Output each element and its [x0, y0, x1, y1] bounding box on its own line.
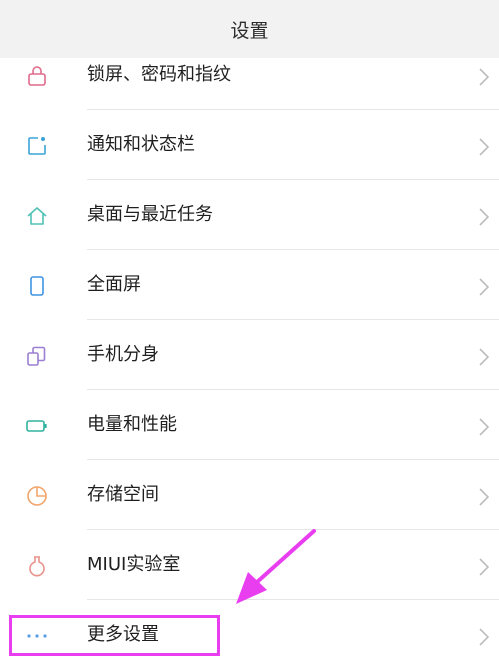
clone-icon [27, 346, 46, 366]
highlight-box [9, 615, 220, 656]
settings-item-second-space[interactable]: 手机分身 [0, 320, 499, 390]
item-label: 全面屏 [87, 274, 141, 295]
settings-item-storage[interactable]: 存储空间 [0, 460, 499, 530]
chevron-right-icon [479, 208, 490, 226]
item-label: 通知和状态栏 [87, 134, 195, 155]
flask-icon [29, 556, 45, 577]
chevron-right-icon [479, 68, 490, 86]
home-icon [27, 207, 47, 225]
chevron-right-icon [479, 558, 490, 576]
settings-item-fullscreen[interactable]: 全面屏 [0, 250, 499, 320]
item-label: 手机分身 [87, 344, 159, 365]
settings-item-battery[interactable]: 电量和性能 [0, 390, 499, 460]
title-bar: 设置 [0, 0, 499, 58]
battery-icon [26, 420, 47, 432]
pie-chart-icon [27, 486, 47, 506]
chevron-right-icon [479, 418, 490, 436]
settings-item-notifications[interactable]: 通知和状态栏 [0, 110, 499, 180]
item-label: MIUI实验室 [87, 554, 181, 575]
notification-icon [28, 137, 46, 155]
page-title: 设置 [230, 19, 269, 42]
settings-item-home-screen[interactable]: 桌面与最近任务 [0, 180, 499, 250]
chevron-right-icon [479, 278, 490, 296]
item-label: 存储空间 [87, 484, 159, 505]
item-label: 桌面与最近任务 [87, 204, 213, 225]
chevron-right-icon [479, 348, 490, 366]
chevron-right-icon [479, 488, 490, 506]
lock-icon [28, 66, 46, 86]
chevron-right-icon [479, 138, 490, 156]
item-label: 电量和性能 [87, 414, 177, 435]
settings-item-miui-lab[interactable]: MIUI实验室 [0, 530, 499, 600]
chevron-right-icon [479, 628, 490, 646]
phone-icon [30, 276, 44, 296]
